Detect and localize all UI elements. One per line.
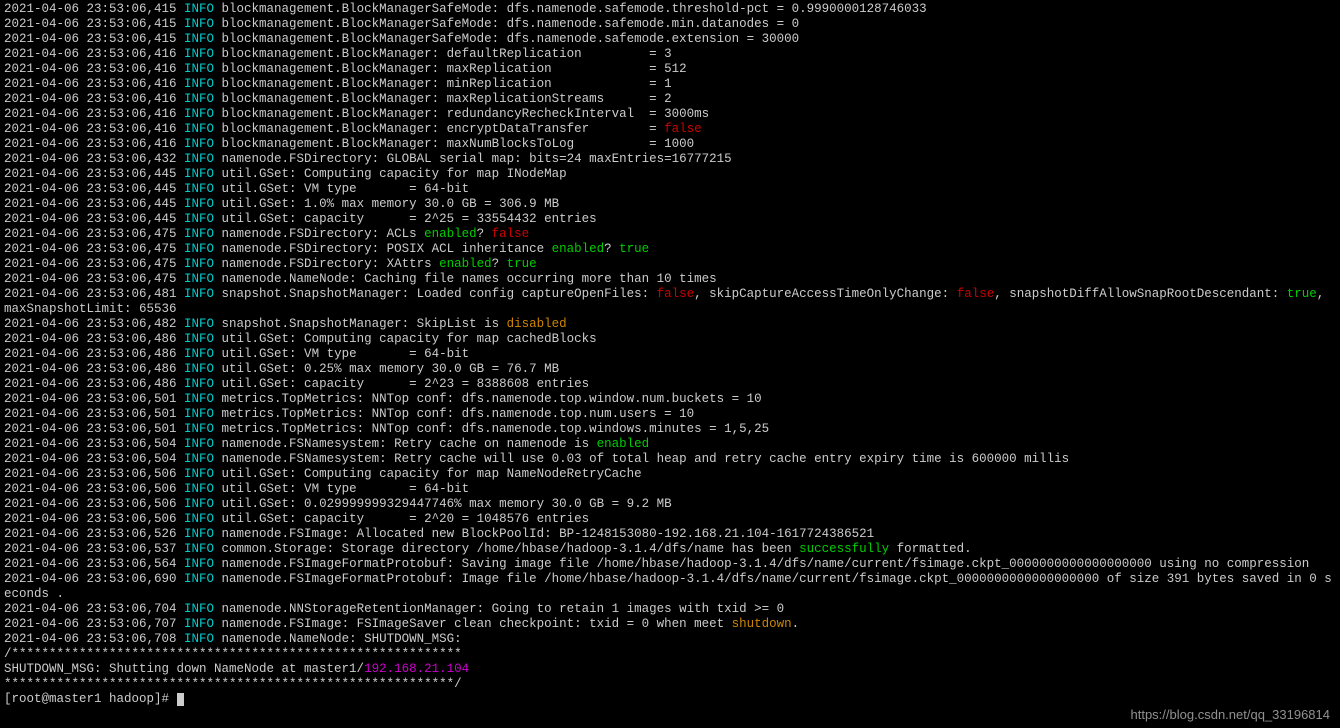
log-line: 2021-04-06 23:53:06,504 INFO namenode.FS… (4, 437, 1336, 452)
log-line: 2021-04-06 23:53:06,415 INFO blockmanage… (4, 17, 1336, 32)
log-line: 2021-04-06 23:53:06,501 INFO metrics.Top… (4, 392, 1336, 407)
log-line: 2021-04-06 23:53:06,486 INFO util.GSet: … (4, 347, 1336, 362)
log-line: 2021-04-06 23:53:06,537 INFO common.Stor… (4, 542, 1336, 557)
log-line: 2021-04-06 23:53:06,486 INFO util.GSet: … (4, 362, 1336, 377)
log-line: 2021-04-06 23:53:06,445 INFO util.GSet: … (4, 182, 1336, 197)
divider-line: ****************************************… (4, 677, 1336, 692)
log-line: 2021-04-06 23:53:06,416 INFO blockmanage… (4, 92, 1336, 107)
log-line: 2021-04-06 23:53:06,690 INFO namenode.FS… (4, 572, 1336, 602)
log-line: 2021-04-06 23:53:06,415 INFO blockmanage… (4, 32, 1336, 47)
shutdown-msg: SHUTDOWN_MSG: Shutting down NameNode at … (4, 662, 1336, 677)
log-line: 2021-04-06 23:53:06,708 INFO namenode.Na… (4, 632, 1336, 647)
log-line: 2021-04-06 23:53:06,501 INFO metrics.Top… (4, 407, 1336, 422)
log-line: 2021-04-06 23:53:06,486 INFO util.GSet: … (4, 377, 1336, 392)
log-line: 2021-04-06 23:53:06,564 INFO namenode.FS… (4, 557, 1336, 572)
log-line: 2021-04-06 23:53:06,704 INFO namenode.NN… (4, 602, 1336, 617)
log-line: 2021-04-06 23:53:06,707 INFO namenode.FS… (4, 617, 1336, 632)
log-line: 2021-04-06 23:53:06,481 INFO snapshot.Sn… (4, 287, 1336, 317)
log-line: 2021-04-06 23:53:06,415 INFO blockmanage… (4, 2, 1336, 17)
log-line: 2021-04-06 23:53:06,506 INFO util.GSet: … (4, 497, 1336, 512)
log-line: 2021-04-06 23:53:06,506 INFO util.GSet: … (4, 512, 1336, 527)
log-line: 2021-04-06 23:53:06,501 INFO metrics.Top… (4, 422, 1336, 437)
log-line: 2021-04-06 23:53:06,416 INFO blockmanage… (4, 107, 1336, 122)
log-line: 2021-04-06 23:53:06,486 INFO util.GSet: … (4, 332, 1336, 347)
log-line: 2021-04-06 23:53:06,416 INFO blockmanage… (4, 62, 1336, 77)
log-line: 2021-04-06 23:53:06,416 INFO blockmanage… (4, 122, 1336, 137)
log-line: 2021-04-06 23:53:06,475 INFO namenode.FS… (4, 227, 1336, 242)
log-line: 2021-04-06 23:53:06,506 INFO util.GSet: … (4, 482, 1336, 497)
log-line: 2021-04-06 23:53:06,416 INFO blockmanage… (4, 77, 1336, 92)
log-line: 2021-04-06 23:53:06,416 INFO blockmanage… (4, 137, 1336, 152)
log-line: 2021-04-06 23:53:06,445 INFO util.GSet: … (4, 197, 1336, 212)
log-line: 2021-04-06 23:53:06,482 INFO snapshot.Sn… (4, 317, 1336, 332)
log-line: 2021-04-06 23:53:06,416 INFO blockmanage… (4, 47, 1336, 62)
log-line: 2021-04-06 23:53:06,445 INFO util.GSet: … (4, 212, 1336, 227)
log-line: 2021-04-06 23:53:06,475 INFO namenode.FS… (4, 242, 1336, 257)
log-line: 2021-04-06 23:53:06,526 INFO namenode.FS… (4, 527, 1336, 542)
divider-line: /***************************************… (4, 647, 1336, 662)
log-line: 2021-04-06 23:53:06,432 INFO namenode.FS… (4, 152, 1336, 167)
log-line: 2021-04-06 23:53:06,445 INFO util.GSet: … (4, 167, 1336, 182)
terminal-output[interactable]: 2021-04-06 23:53:06,415 INFO blockmanage… (4, 2, 1336, 707)
shell-prompt[interactable]: [root@master1 hadoop]# (4, 692, 1336, 707)
cursor-icon (177, 693, 184, 706)
log-line: 2021-04-06 23:53:06,504 INFO namenode.FS… (4, 452, 1336, 467)
log-line: 2021-04-06 23:53:06,506 INFO util.GSet: … (4, 467, 1336, 482)
log-line: 2021-04-06 23:53:06,475 INFO namenode.Na… (4, 272, 1336, 287)
watermark-text: https://blog.csdn.net/qq_33196814 (1131, 707, 1331, 722)
log-line: 2021-04-06 23:53:06,475 INFO namenode.FS… (4, 257, 1336, 272)
